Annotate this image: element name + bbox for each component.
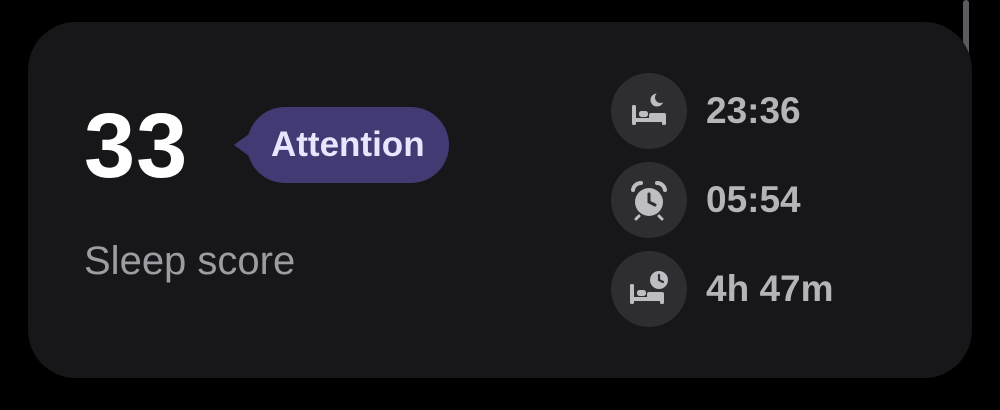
bed-clock-icon <box>611 251 687 327</box>
bedtime-row: 23:36 <box>611 73 801 149</box>
status-badge: Attention <box>234 107 449 183</box>
alarm-clock-icon <box>611 162 687 238</box>
screen: 33 Attention Sleep score 23:36 05:54 4h … <box>0 0 1000 410</box>
sleep-duration-row: 4h 47m <box>611 251 834 327</box>
sleep-score-value: 33 <box>84 95 189 197</box>
bed-moon-icon <box>611 73 687 149</box>
wake-time-value: 05:54 <box>706 179 801 220</box>
wake-time-row: 05:54 <box>611 162 801 238</box>
sleep-score-label: Sleep score <box>84 239 296 283</box>
bedtime-value: 23:36 <box>706 90 801 131</box>
sleep-duration-value: 4h 47m <box>706 268 834 309</box>
